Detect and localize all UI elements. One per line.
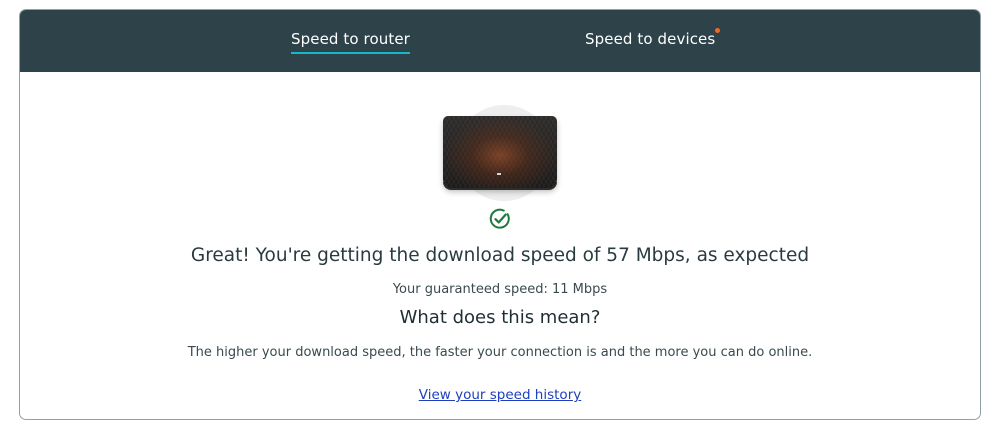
check-circle-icon bbox=[489, 208, 510, 229]
tab-speed-to-devices-label: Speed to devices bbox=[585, 30, 716, 48]
router-led bbox=[497, 173, 501, 175]
tab-bar: Speed to router Speed to devices bbox=[20, 10, 980, 72]
router-image bbox=[440, 103, 562, 203]
tab-speed-to-router-label: Speed to router bbox=[291, 30, 410, 48]
speed-explanation-text: The higher your download speed, the fast… bbox=[187, 345, 813, 360]
router-body bbox=[443, 116, 557, 188]
view-speed-history-link[interactable]: View your speed history bbox=[419, 387, 581, 403]
guaranteed-speed-text: Your guaranteed speed: 11 Mbps bbox=[392, 282, 608, 297]
tab-speed-to-router[interactable]: Speed to router bbox=[291, 30, 410, 54]
speed-history-link-container: View your speed history bbox=[20, 387, 980, 403]
speed-test-card: Speed to router Speed to devices Great! … bbox=[19, 9, 981, 420]
speed-result-headline: Great! You're getting the download speed… bbox=[190, 245, 810, 266]
what-does-this-mean-heading: What does this mean? bbox=[399, 307, 601, 328]
notification-dot bbox=[715, 28, 721, 33]
tab-speed-to-devices[interactable]: Speed to devices bbox=[585, 28, 721, 48]
